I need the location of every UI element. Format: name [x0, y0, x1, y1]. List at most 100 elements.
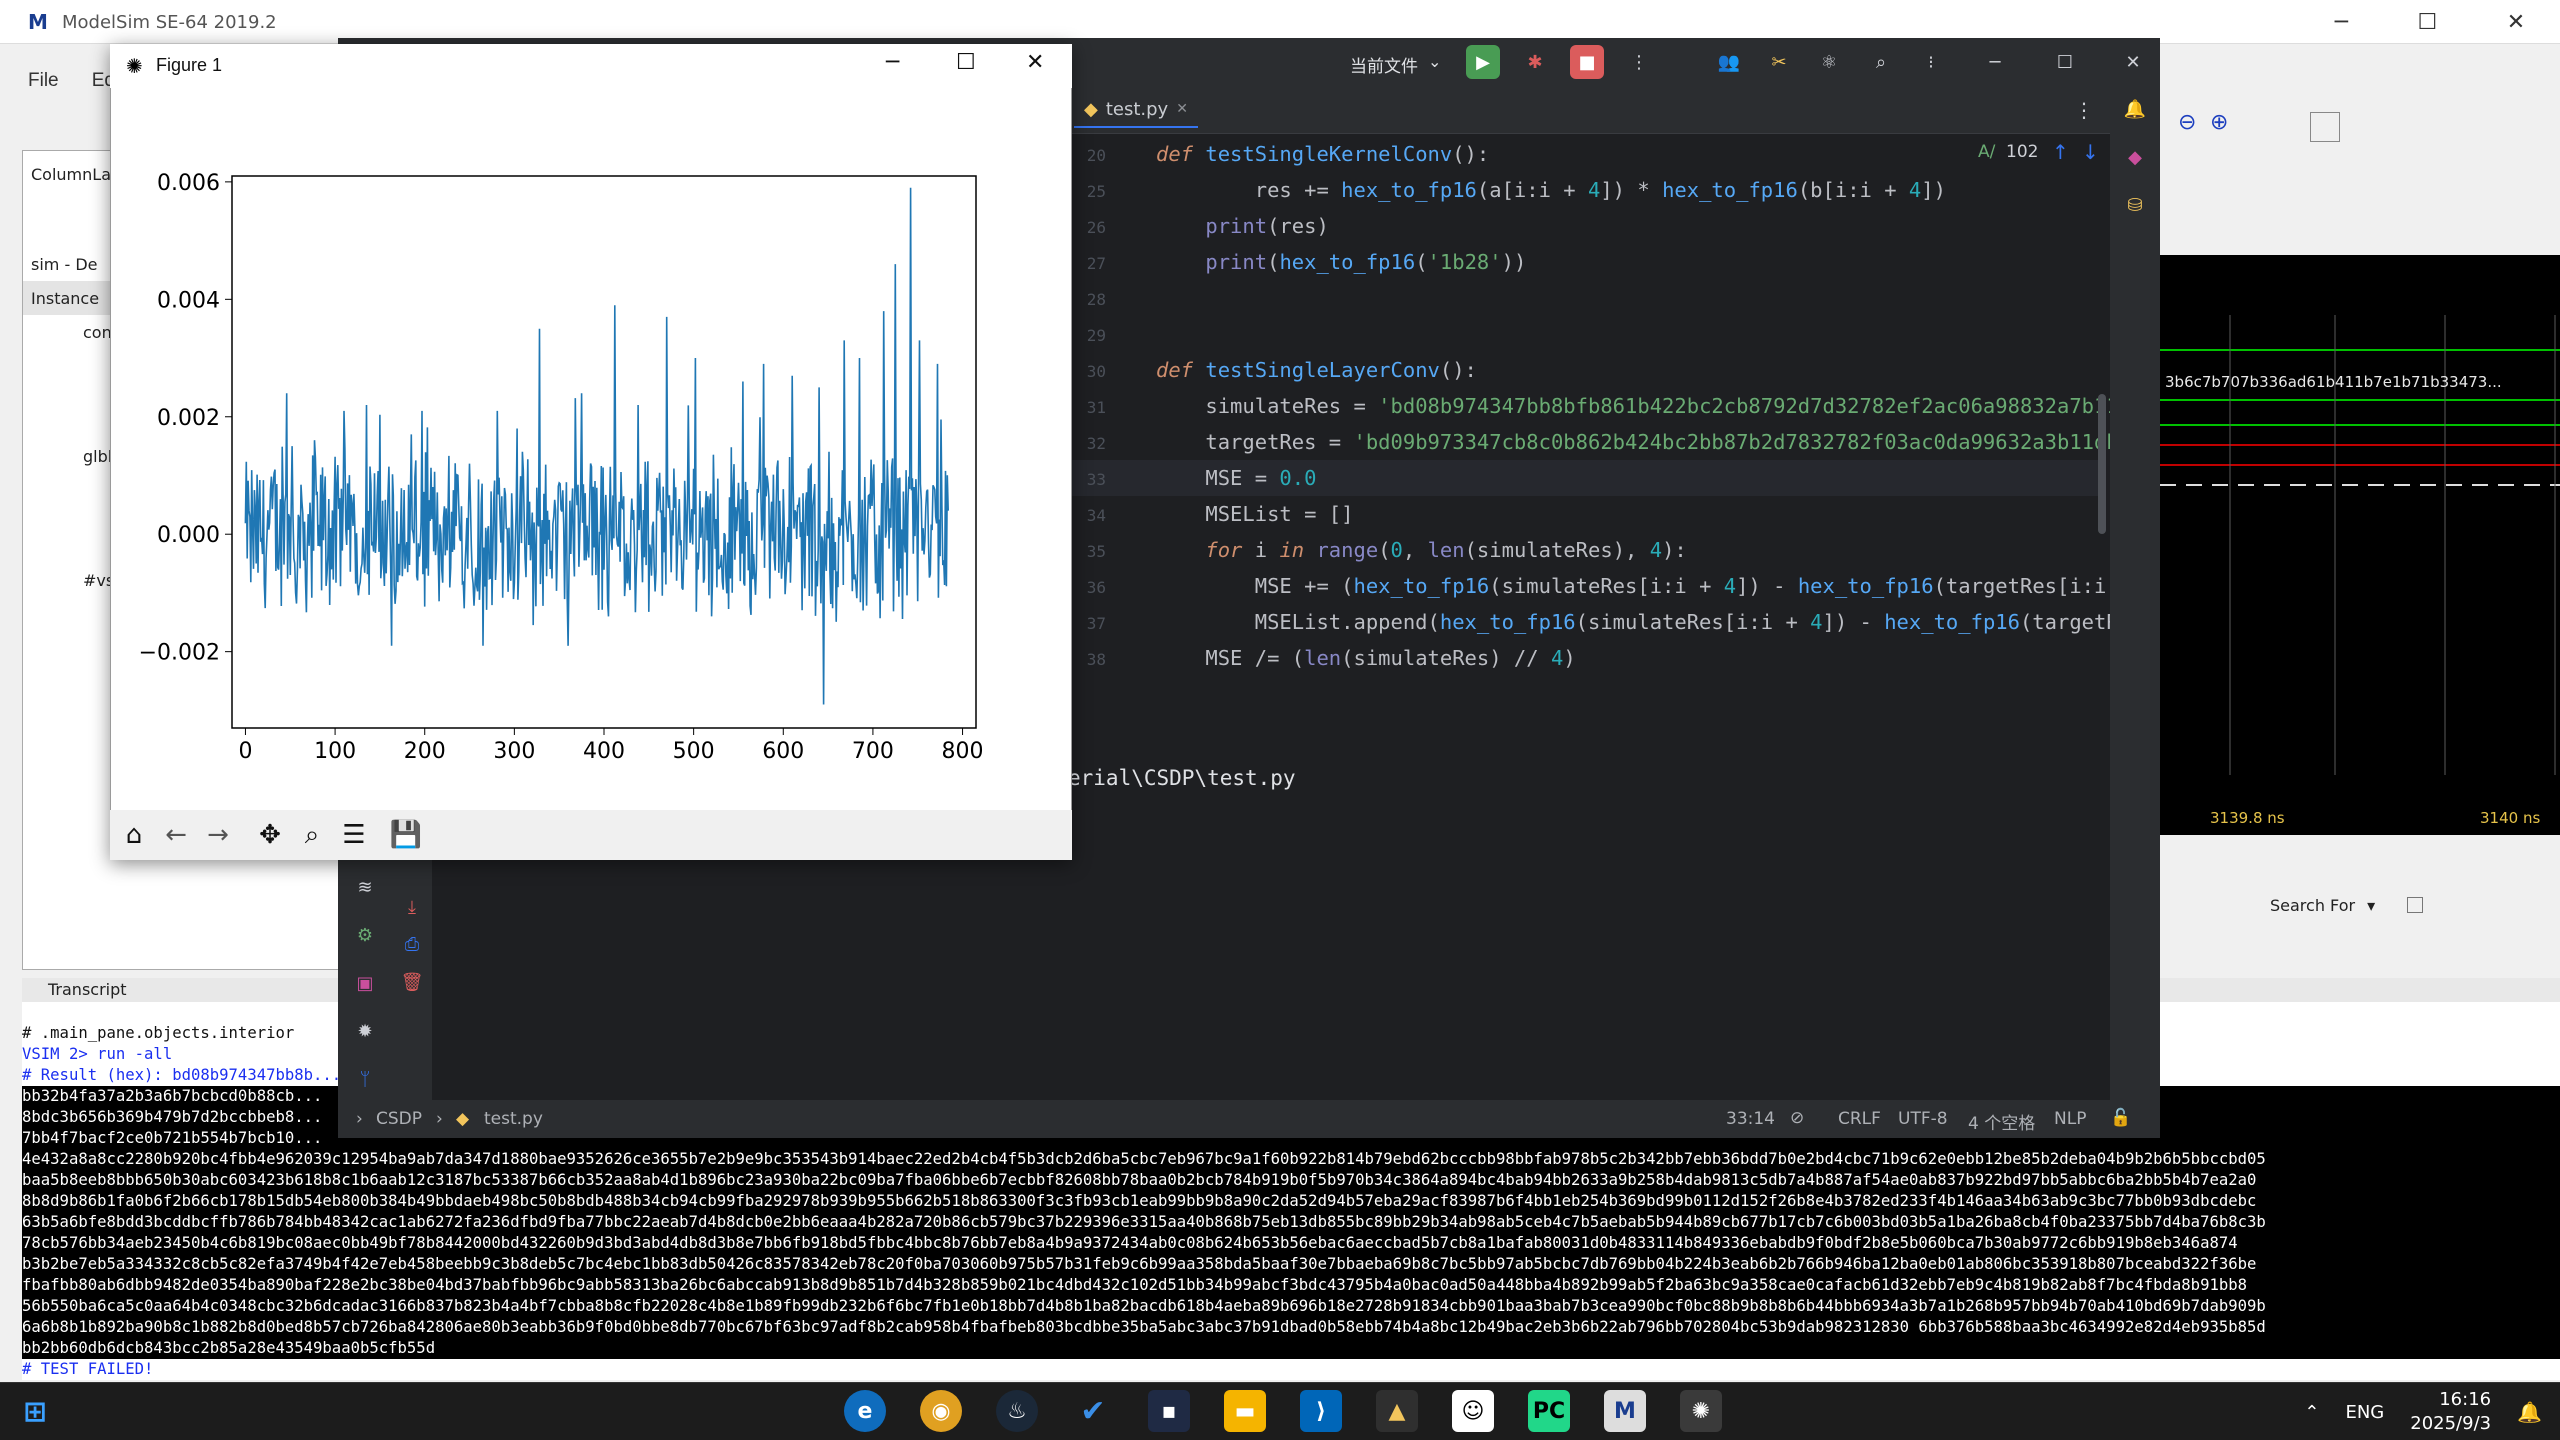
- lock-icon[interactable]: 🔓: [2110, 1108, 2131, 1128]
- edge-icon[interactable]: e: [844, 1390, 886, 1432]
- terminal-toolbar: ⤓ ⎙ 🗑: [392, 855, 432, 1115]
- dropdown-icon[interactable]: [2310, 112, 2340, 142]
- arrow-up-icon[interactable]: ↑: [2052, 140, 2069, 164]
- code-line[interactable]: 27 print(hex_to_fp16('1b28')): [1070, 244, 1527, 280]
- zoom-out-icon[interactable]: ⊖: [2178, 110, 2196, 135]
- code-line[interactable]: 29: [1070, 316, 1156, 352]
- editor-options-icon[interactable]: ⋮: [2074, 98, 2094, 122]
- close-icon[interactable]: ✕: [2507, 10, 2525, 35]
- app-icon[interactable]: ▪: [1148, 1390, 1190, 1432]
- settings-icon[interactable]: ⁝: [1914, 45, 1948, 79]
- vscode-icon[interactable]: ⟩: [1300, 1390, 1342, 1432]
- maximize-icon[interactable]: ☐: [956, 50, 976, 75]
- vivado-icon[interactable]: ▲: [1376, 1390, 1418, 1432]
- close-tab-icon[interactable]: ✕: [1176, 101, 1188, 117]
- matplotlib-icon[interactable]: ✺: [1680, 1390, 1722, 1432]
- stop-icon[interactable]: ■: [1570, 45, 1604, 79]
- code-line[interactable]: 35 for i in range(0, len(simulateRes), 4…: [1070, 532, 1687, 568]
- steam-icon[interactable]: ♨: [996, 1390, 1038, 1432]
- search-for-label[interactable]: Search For: [2270, 896, 2355, 915]
- code-line[interactable]: 38 MSE /= (len(simulateRes) // 4): [1070, 640, 1576, 676]
- maximize-icon[interactable]: ☐: [2418, 10, 2438, 35]
- run-config-selector[interactable]: 当前文件: [1350, 52, 1418, 77]
- code-line[interactable]: 26 print(res): [1070, 208, 1329, 244]
- code-line[interactable]: 33 MSE = 0.0: [1070, 460, 2100, 496]
- encoding[interactable]: UTF-8: [1898, 1109, 1948, 1129]
- waveform-view[interactable]: 3b6c7b707b336ad61b411b7e1b71b33473... 31…: [2160, 255, 2560, 835]
- checkbox[interactable]: [2407, 897, 2424, 913]
- chrome-icon[interactable]: ◉: [920, 1390, 962, 1432]
- cursor-position[interactable]: 33:14: [1726, 1109, 1775, 1129]
- editor-scrollbar[interactable]: [2098, 394, 2106, 534]
- layers-icon[interactable]: ≋: [348, 870, 382, 904]
- code-line[interactable]: 32 targetRes = 'bd09b973347cb8c0b862b424…: [1070, 424, 2110, 460]
- no-inspection-icon[interactable]: ⊘: [1790, 1108, 1804, 1128]
- scroll-end-icon[interactable]: ⤓: [395, 890, 429, 924]
- chevron-down-icon[interactable]: ⌄: [1428, 52, 1441, 71]
- menu-file[interactable]: File: [28, 70, 59, 91]
- tools-icon[interactable]: ✂: [1762, 45, 1796, 79]
- code-line[interactable]: 20 def testSingleKernelConv():: [1070, 136, 1490, 172]
- clock[interactable]: 16:16 2025/9/3: [2410, 1388, 2491, 1436]
- home-icon[interactable]: ⌂: [116, 817, 152, 853]
- debug-icon[interactable]: ✱: [1518, 45, 1552, 79]
- interpreter[interactable]: NLP: [2054, 1109, 2086, 1129]
- code-token: MSEList.append(: [1156, 610, 1440, 634]
- code-line[interactable]: 36 MSE += (hex_to_fp16(simulateRes[i:i +…: [1070, 568, 2110, 604]
- inspection-icon[interactable]: A/: [1978, 142, 1995, 162]
- close-icon[interactable]: ✕: [2116, 45, 2150, 79]
- database-icon[interactable]: ⛁: [2118, 188, 2152, 222]
- todo-icon[interactable]: ✔: [1072, 1390, 1114, 1432]
- forward-icon[interactable]: →: [200, 817, 236, 853]
- more-icon[interactable]: ⋮: [1622, 45, 1656, 79]
- code-line[interactable]: 25 res += hex_to_fp16(a[i:i + 4]) * hex_…: [1070, 172, 1946, 208]
- line-separator[interactable]: CRLF: [1838, 1109, 1881, 1129]
- code-line[interactable]: 31 simulateRes = 'bd08b974347bb8bfb861b4…: [1070, 388, 2110, 424]
- trash-icon[interactable]: 🗑: [395, 965, 429, 999]
- tab-test-py[interactable]: ◆ test.py ✕: [1074, 92, 1198, 128]
- modelsim-icon[interactable]: M: [1604, 1390, 1646, 1432]
- notification-icon[interactable]: 🔔: [2517, 1400, 2542, 1424]
- run-icon[interactable]: ▶: [1466, 45, 1500, 79]
- breadcrumb-project[interactable]: CSDP: [376, 1109, 422, 1129]
- print-icon[interactable]: ⎙: [395, 927, 429, 961]
- code-line[interactable]: 30 def testSingleLayerConv():: [1070, 352, 1477, 388]
- subplots-config-icon[interactable]: ☰: [336, 817, 372, 853]
- debug-bug-icon[interactable]: ✹: [348, 1014, 382, 1048]
- input-language[interactable]: ENG: [2345, 1402, 2384, 1423]
- terminal-icon[interactable]: ▣: [348, 966, 382, 1000]
- plot-canvas[interactable]: 0 100 200 300 400 500 600 700 800 −0.002 0.000 0.0…: [110, 88, 1072, 810]
- ai-icon[interactable]: ⚛: [1812, 45, 1846, 79]
- pan-icon[interactable]: ✥: [252, 817, 288, 853]
- qq-icon[interactable]: ☺: [1452, 1390, 1494, 1432]
- inspections-count[interactable]: 102: [2006, 142, 2038, 162]
- chevron-down-icon[interactable]: ▾: [2367, 896, 2375, 915]
- maximize-icon[interactable]: ☐: [2048, 45, 2082, 79]
- save-icon[interactable]: 💾: [388, 817, 424, 853]
- code-line[interactable]: 37 MSEList.append(hex_to_fp16(simulateRe…: [1070, 604, 2110, 640]
- settings-icon[interactable]: ⚙: [348, 918, 382, 952]
- users-icon[interactable]: 👥: [1712, 45, 1746, 79]
- close-icon[interactable]: ✕: [1026, 50, 1044, 75]
- zoom-in-icon[interactable]: ⊕: [2210, 110, 2228, 135]
- breadcrumb-file[interactable]: test.py: [484, 1109, 543, 1129]
- arrow-down-icon[interactable]: ↓: [2082, 140, 2099, 164]
- back-icon[interactable]: ←: [158, 817, 194, 853]
- search-icon[interactable]: ⌕: [1864, 45, 1898, 79]
- minimize-icon[interactable]: ─: [886, 50, 899, 75]
- bell-icon[interactable]: 🔔: [2118, 92, 2152, 126]
- file-explorer-icon[interactable]: ▬: [1224, 1390, 1266, 1432]
- windows-start-icon[interactable]: ⊞: [14, 1390, 56, 1432]
- chevron-up-icon[interactable]: ⌃: [2304, 1402, 2319, 1423]
- code-line[interactable]: 28: [1070, 280, 1156, 316]
- minimize-icon[interactable]: ─: [1978, 45, 2012, 79]
- line-number: 35: [1086, 542, 1106, 561]
- zoom-icon[interactable]: ⌕: [294, 817, 330, 853]
- code-line[interactable]: 34 MSEList = []: [1070, 496, 1354, 532]
- indent-setting[interactable]: 4 个空格: [1968, 1109, 2035, 1134]
- code-editor[interactable]: 20 def testSingleKernelConv(): 25 res += h…: [1070, 134, 2110, 714]
- pycharm-icon[interactable]: PC: [1528, 1390, 1570, 1432]
- git-branch-icon[interactable]: ᛘ: [348, 1062, 382, 1096]
- plugin-icon[interactable]: ◆: [2118, 140, 2152, 174]
- minimize-icon[interactable]: ─: [2335, 10, 2348, 35]
